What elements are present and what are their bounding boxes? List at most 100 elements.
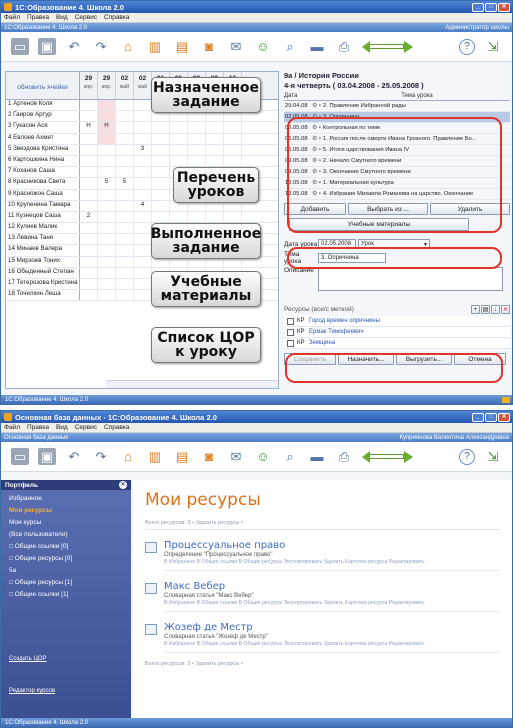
- grade-cell[interactable]: [224, 144, 242, 155]
- grade-cell[interactable]: [134, 100, 152, 111]
- resource-actions[interactable]: В Избранное В Общие ссылки В Общие ресур…: [164, 641, 500, 653]
- grade-cell[interactable]: Н: [98, 122, 116, 133]
- grade-cell[interactable]: [134, 234, 152, 245]
- resource-checkbox[interactable]: [287, 317, 294, 325]
- grade-cell[interactable]: [116, 155, 134, 167]
- date-column-header[interactable]: 02 май: [116, 72, 134, 99]
- description-textarea[interactable]: [318, 267, 503, 291]
- grade-cell[interactable]: [224, 122, 242, 133]
- grade-cell[interactable]: [134, 290, 152, 301]
- grade-cell[interactable]: [98, 200, 116, 211]
- grade-cell[interactable]: [134, 267, 152, 278]
- monitor-icon[interactable]: ▬: [308, 448, 326, 465]
- grade-cell[interactable]: [98, 223, 116, 234]
- sidebar-item-class-5a[interactable]: 5а: [1, 565, 131, 577]
- grade-cell[interactable]: [80, 144, 98, 155]
- grade-cell[interactable]: [224, 155, 242, 167]
- grade-cell[interactable]: [116, 211, 134, 223]
- grade-cell[interactable]: [152, 133, 170, 144]
- grade-cell[interactable]: [98, 189, 116, 200]
- sidebar-item-favorites[interactable]: Избранное: [1, 493, 131, 505]
- grade-cell[interactable]: [134, 256, 152, 267]
- grade-cell[interactable]: [98, 267, 116, 278]
- grade-cell[interactable]: [188, 211, 206, 223]
- monitor-icon[interactable]: ▬: [308, 38, 326, 55]
- grade-cell[interactable]: [80, 245, 98, 256]
- resource-folder-icon[interactable]: ▤: [481, 305, 490, 314]
- grade-cell[interactable]: [80, 111, 98, 122]
- grade-cell[interactable]: [80, 189, 98, 200]
- course-editor-link[interactable]: Редактор курсов: [9, 688, 55, 694]
- grade-cell[interactable]: [116, 223, 134, 234]
- grade-cell[interactable]: [152, 155, 170, 167]
- panels-icon[interactable]: ▭: [11, 448, 29, 465]
- grade-cell[interactable]: [98, 290, 116, 301]
- grade-cell[interactable]: [116, 267, 134, 278]
- grade-cell[interactable]: [206, 144, 224, 155]
- grade-cell[interactable]: [152, 144, 170, 155]
- grade-cell[interactable]: [116, 133, 134, 144]
- grade-cell[interactable]: [98, 144, 116, 155]
- date-column-header[interactable]: 29 апр.: [80, 72, 98, 99]
- resource-row[interactable]: КР Земщина: [284, 338, 510, 349]
- grade-cell[interactable]: [98, 279, 116, 290]
- grade-cell[interactable]: [116, 234, 134, 245]
- menu-service-2[interactable]: Сервис: [75, 424, 97, 431]
- schedule-icon[interactable]: ▤: [173, 38, 191, 55]
- grade-cell[interactable]: [152, 122, 170, 133]
- grade-cell[interactable]: [116, 290, 134, 301]
- date-column-header[interactable]: 02 май: [134, 72, 152, 99]
- grade-cell[interactable]: [80, 267, 98, 278]
- lesson-settings-icon[interactable]: ⚙ ▪: [312, 103, 321, 109]
- menu-edit[interactable]: Правка: [27, 14, 49, 21]
- grid-horizontal-scrollbar[interactable]: [106, 380, 278, 388]
- grade-cell[interactable]: [224, 211, 242, 223]
- sidebar-item-shared-links[interactable]: □ Общие ссылки [0]: [1, 541, 131, 553]
- resource-checkbox[interactable]: [287, 339, 294, 347]
- resource-actions[interactable]: В Избранное В Общие ссылки В Общие ресур…: [164, 600, 500, 612]
- grade-cell[interactable]: [116, 245, 134, 256]
- grade-cell[interactable]: [116, 189, 134, 200]
- grade-cell[interactable]: [134, 189, 152, 200]
- minimize-button[interactable]: _: [472, 2, 484, 12]
- refresh-cells-link[interactable]: обновить ячейки: [6, 72, 80, 99]
- mail-icon[interactable]: ✉: [227, 38, 245, 55]
- grade-cell[interactable]: [188, 144, 206, 155]
- resource-link[interactable]: Земщина: [309, 340, 335, 346]
- grade-cell[interactable]: [116, 122, 134, 133]
- grade-cell[interactable]: [80, 167, 98, 178]
- desktop-icon[interactable]: ▣: [38, 448, 56, 465]
- users-icon[interactable]: ☺: [254, 38, 272, 55]
- grade-cell[interactable]: [80, 279, 98, 290]
- menu-file[interactable]: Файл: [4, 14, 20, 21]
- grade-cell[interactable]: [152, 178, 170, 189]
- resource-actions[interactable]: В Избранное В Общие ссылки В Общие ресур…: [164, 559, 500, 571]
- resource-link[interactable]: Ермак Тимофеевич: [309, 329, 364, 335]
- search-icon[interactable]: ⌕: [281, 448, 299, 465]
- lesson-row[interactable]: 29.04.08 ⚙ ▪ 2. Правление Избранной рады: [284, 101, 510, 112]
- back-forward-arrow-icon[interactable]: [362, 450, 413, 463]
- resource-title-link[interactable]: Процессуальное право: [164, 540, 500, 551]
- grade-cell[interactable]: [80, 100, 98, 111]
- grade-cell[interactable]: [98, 133, 116, 144]
- grade-cell[interactable]: Н: [80, 122, 98, 133]
- grade-cell[interactable]: [188, 155, 206, 167]
- grade-cell[interactable]: [134, 223, 152, 234]
- grade-cell[interactable]: [134, 167, 152, 178]
- grade-cell[interactable]: [80, 234, 98, 245]
- grade-cell[interactable]: [152, 211, 170, 223]
- sidebar-item-my-courses[interactable]: Мои курсы: [1, 517, 131, 529]
- grade-cell[interactable]: [98, 100, 116, 111]
- resource-title-link[interactable]: Макс Вебер: [164, 581, 500, 592]
- resource-down-icon[interactable]: ↓: [491, 305, 500, 314]
- menu-view[interactable]: Вид: [56, 14, 68, 21]
- resource-link[interactable]: Город времен опричнины: [309, 318, 380, 324]
- desktop-icon[interactable]: ▣: [38, 38, 56, 55]
- grade-cell[interactable]: [134, 245, 152, 256]
- grade-cell[interactable]: [80, 290, 98, 301]
- grade-cell[interactable]: [170, 133, 188, 144]
- date-column-header[interactable]: 29 апр.: [98, 72, 116, 99]
- resource-title-link[interactable]: Жозеф де Местр: [164, 622, 500, 633]
- grade-cell[interactable]: [206, 133, 224, 144]
- home-icon[interactable]: ⌂: [119, 38, 137, 55]
